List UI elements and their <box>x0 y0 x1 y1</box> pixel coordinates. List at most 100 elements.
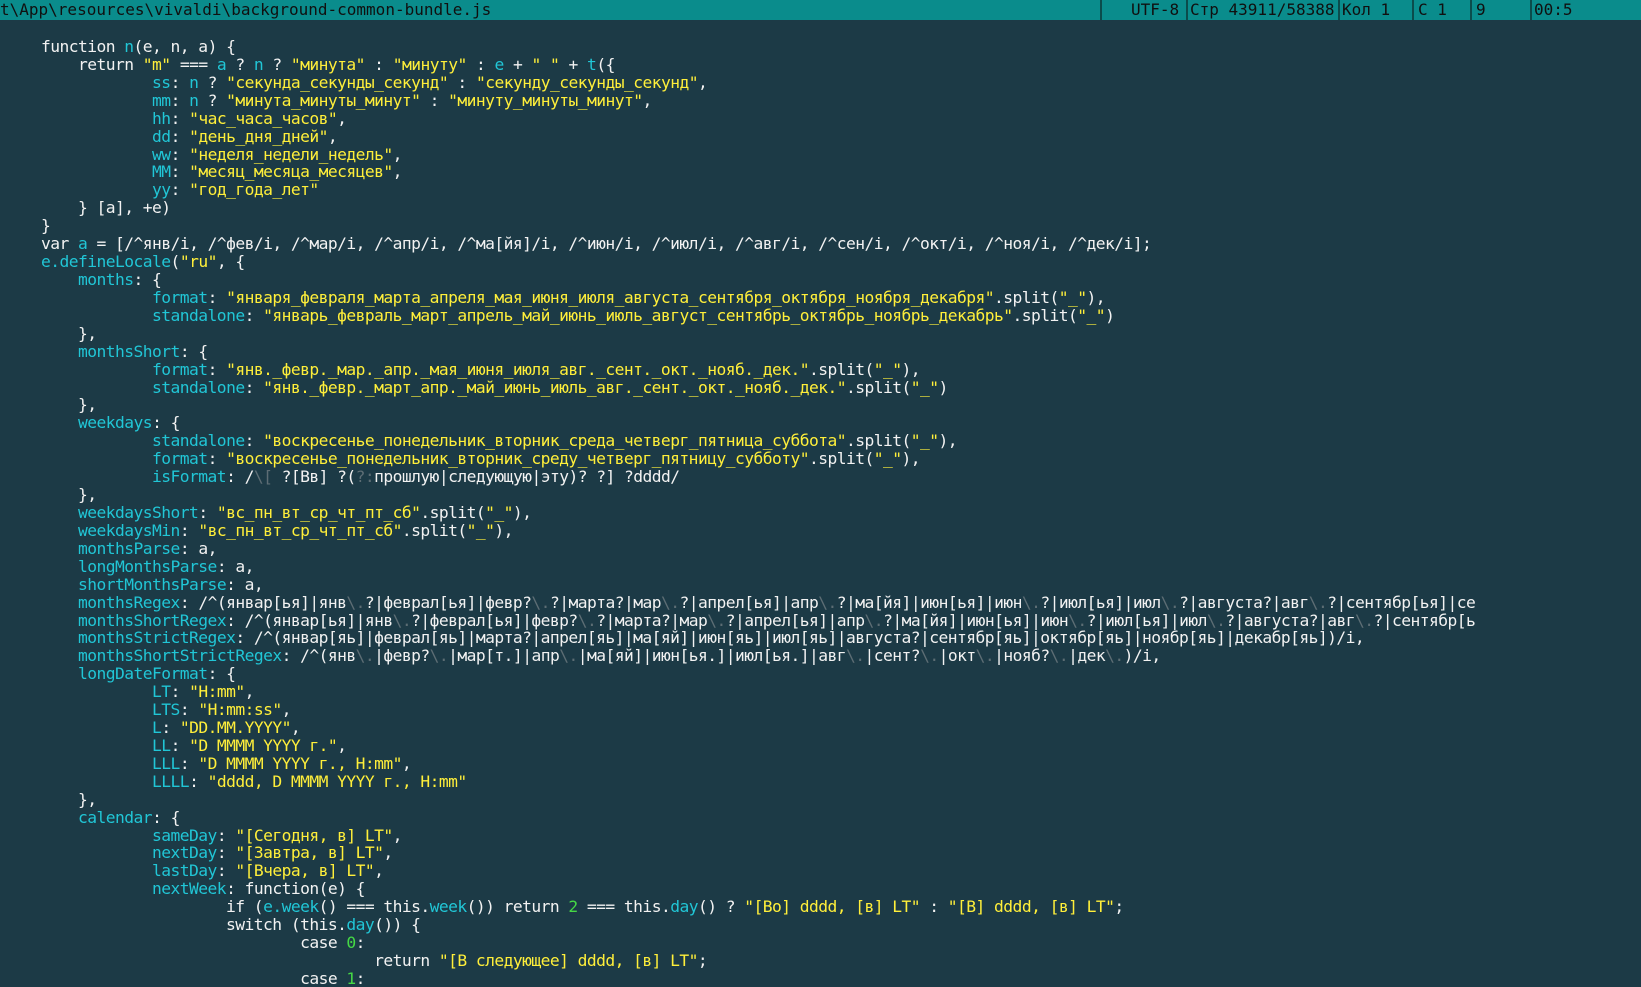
code-token: \. <box>355 646 375 666</box>
code-token: : <box>920 897 948 917</box>
code-line: e.defineLocale("ru", { <box>4 253 1641 271</box>
code-token: : <box>244 305 264 325</box>
code-token: ?|июл[ья]|июл <box>1086 610 1208 630</box>
code-token: 2 <box>568 897 578 917</box>
code-token: : { <box>207 664 236 684</box>
code-token: ) <box>1105 305 1115 325</box>
code-token: : /^(январ[ья]|янв <box>179 592 347 612</box>
code-token: ), <box>938 431 958 451</box>
code-token: "месяц_месяца_месяцев" <box>189 162 393 182</box>
code-token: , <box>327 126 338 146</box>
code-token: : <box>179 753 199 773</box>
code-token: : { <box>152 413 180 433</box>
code-line: isFormat: /\[ ?[Вв] ?(?:прошлую|следующу… <box>4 468 1641 486</box>
code-token: |сент? <box>864 646 921 666</box>
code-line: case 0: <box>4 934 1641 952</box>
code-token: : <box>448 72 476 92</box>
code-token: , <box>698 72 708 92</box>
code-token: ?[Вв] ?( <box>272 467 357 487</box>
code-token: , <box>392 825 403 845</box>
code-token: : <box>189 771 208 791</box>
code-token: : <box>244 377 264 397</box>
code-token: n <box>124 37 134 56</box>
code-token: \. <box>1068 610 1087 630</box>
code-token: case <box>4 933 347 953</box>
code-token: 1 <box>346 968 356 987</box>
code-token: ), <box>901 359 921 379</box>
code-token: "[Во] dddd, [в] LT" <box>744 897 921 917</box>
code-token: () === this. <box>318 897 431 917</box>
code-token: "_" <box>910 377 939 397</box>
code-token: "[В] dddd, [в] LT" <box>947 897 1115 917</box>
code-token: \[ <box>253 467 273 487</box>
code-token: } <box>4 216 51 236</box>
code-line: yy: "год_года_лет" <box>4 181 1641 199</box>
code-token: , <box>337 108 347 128</box>
code-token: : { <box>179 341 208 361</box>
code-token: "[Сегодня, в] LT" <box>235 825 393 845</box>
code-token: |нояб? <box>994 646 1050 666</box>
code-token: "минута" <box>290 54 366 74</box>
code-token: LLL <box>152 753 180 773</box>
code-token: ?: <box>355 467 375 487</box>
code-view[interactable]: function n(e, n, a) { return "m" === a ?… <box>0 20 1641 987</box>
code-token: a <box>78 234 88 254</box>
code-token: dd <box>152 126 171 146</box>
code-token: : <box>170 735 190 755</box>
code-token: : /^(янв <box>281 646 357 666</box>
code-token: LL <box>152 735 171 755</box>
code-token: longDateFormat <box>78 664 208 684</box>
code-token: |дек <box>1068 646 1106 666</box>
code-line: standalone: "январь_февраль_март_апрель_… <box>4 305 1641 325</box>
code-line: }, <box>4 486 1641 504</box>
code-token: ww <box>152 144 171 164</box>
code-token: (e, n, a) { <box>133 37 236 56</box>
code-token: : a, <box>179 538 218 558</box>
code-line: } [a], +e) <box>4 199 1641 217</box>
code-token: : / <box>226 467 254 487</box>
code-token: n <box>189 72 199 92</box>
code-line: monthsShort: { <box>4 341 1641 361</box>
code-token: ), <box>512 502 532 522</box>
code-token: calendar <box>78 807 153 827</box>
code-token: case <box>4 968 347 987</box>
code-token: nextDay <box>152 843 217 863</box>
code-line: shortMonthsParse: a, <box>4 574 1641 594</box>
code-token: : <box>216 843 236 863</box>
code-token: "[Вчера, в] LT" <box>235 861 375 881</box>
code-line: ss: n ? "секунда_секунды_секунд" : "секу… <box>4 72 1641 92</box>
code-line: dd: "день_дня_дней", <box>4 126 1641 146</box>
code-editor[interactable]: function n(e, n, a) { return "m" === a ?… <box>0 20 1641 987</box>
code-token: }, <box>4 395 97 415</box>
code-token: : <box>170 126 190 146</box>
code-token: : <box>170 90 190 110</box>
code-token: "DD.MM.YYYY" <box>179 718 292 738</box>
code-token: "_" <box>1077 305 1106 325</box>
code-token: "неделя_недели_недель" <box>189 144 393 164</box>
code-token: : <box>244 431 264 451</box>
code-line: calendar: { <box>4 807 1641 827</box>
code-token: ?|ма[йя]|июн[ья]|июн <box>883 610 1069 630</box>
code-token: , <box>337 735 347 755</box>
code-token: : <box>170 682 190 702</box>
code-token: : function(e) { <box>226 879 365 899</box>
code-token: shortMonthsParse <box>78 574 227 594</box>
code-token: |мар[т.]|апр <box>448 646 560 666</box>
code-line: var a = [/^янв/i, /^фев/i, /^мар/i, /^ап… <box>4 235 1641 253</box>
code-token: : /^(январ[яь]|феврал[яь]|марта?|апрел[я… <box>235 628 1365 648</box>
code-token: week <box>429 897 468 917</box>
